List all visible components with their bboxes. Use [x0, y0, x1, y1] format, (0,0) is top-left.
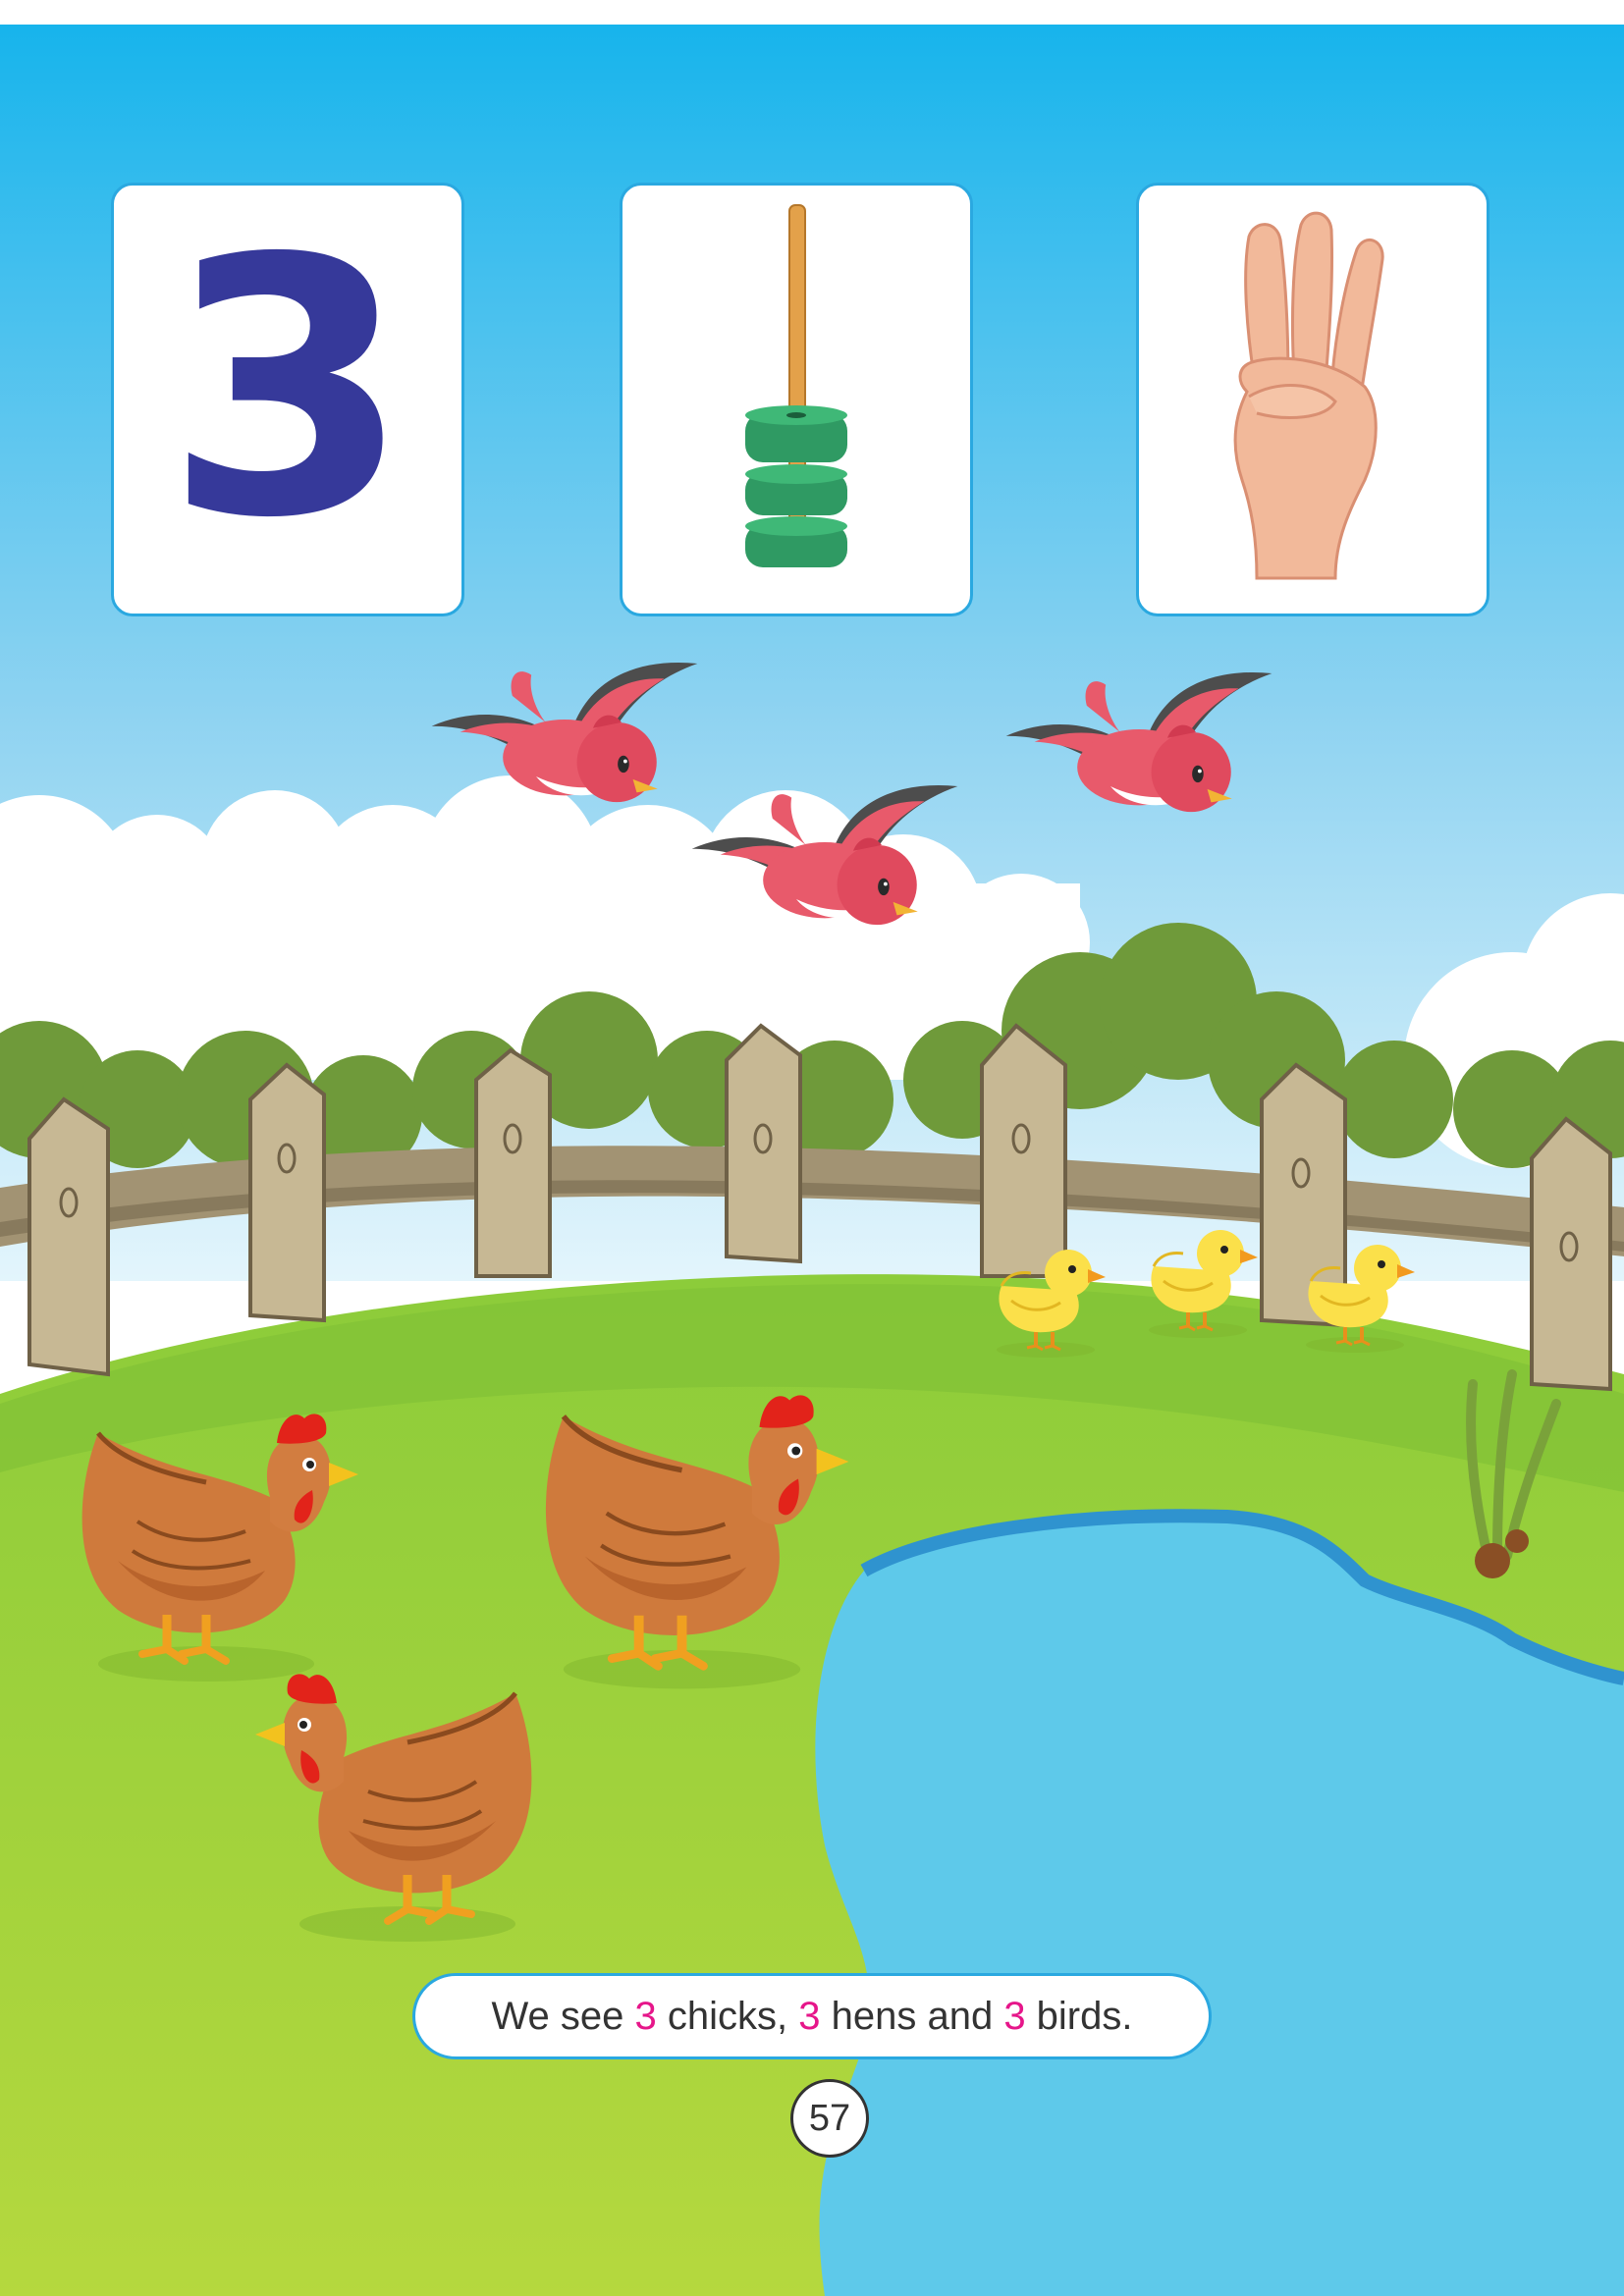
numeral-three: 3 — [164, 184, 411, 595]
stacking-rings-icon — [745, 204, 847, 567]
caption-sentence: We see 3 chicks, 3 hens and 3 birds. — [412, 1973, 1212, 2059]
hens-count: 3 — [798, 1994, 821, 2038]
page-number: 57 — [790, 2079, 869, 2158]
hand-card — [1136, 183, 1489, 616]
caption-text-4: birds. — [1025, 1994, 1133, 2038]
caption-text-1: We see — [491, 1994, 635, 2038]
three-fingers-hand-icon — [1233, 211, 1384, 580]
caption-text-3: hens and — [820, 1994, 1004, 2038]
chicks-count: 3 — [634, 1994, 657, 2038]
numeral-card: 3 — [111, 183, 464, 616]
caption-text-2: chicks, — [656, 1994, 799, 2038]
rings-card — [620, 183, 973, 616]
birds-count: 3 — [1003, 1994, 1026, 2038]
